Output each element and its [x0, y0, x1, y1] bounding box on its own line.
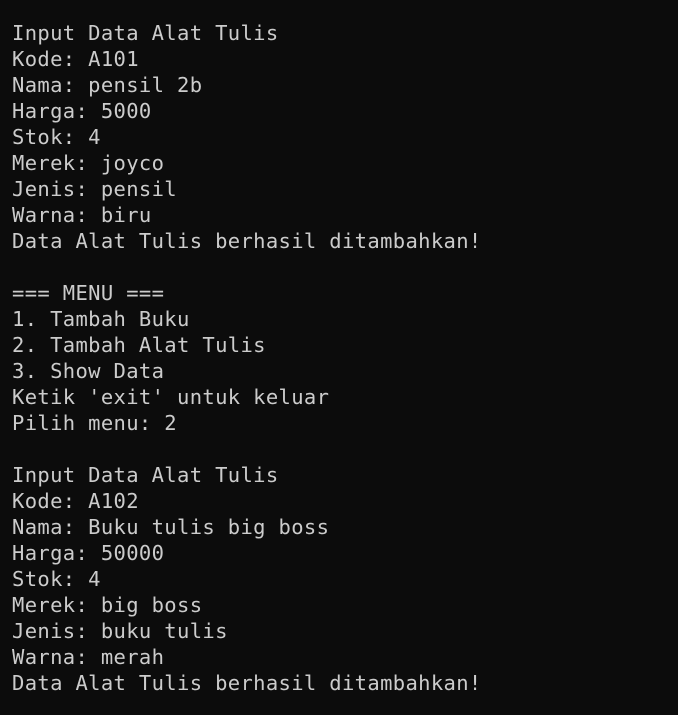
terminal-line: Stok: 4 [12, 567, 101, 591]
terminal-line: Kode: A101 [12, 47, 139, 71]
terminal-line: Nama: Buku tulis big boss [12, 515, 330, 539]
terminal-line: Data Alat Tulis berhasil ditambahkan! [12, 229, 482, 253]
terminal-line: Nama: pensil 2b [12, 73, 203, 97]
terminal-line: Jenis: pensil [12, 177, 177, 201]
terminal-line: Stok: 4 [12, 125, 101, 149]
terminal-output[interactable]: Input Data Alat Tulis Kode: A101 Nama: p… [0, 0, 678, 715]
terminal-line: Harga: 5000 [12, 99, 152, 123]
terminal-line: Harga: 50000 [12, 541, 165, 565]
terminal-line: Merek: big boss [12, 593, 203, 617]
terminal-line: Kode: A102 [12, 489, 139, 513]
terminal-line: Warna: merah [12, 645, 165, 669]
terminal-line: Input Data Alat Tulis [12, 463, 279, 487]
terminal-line: 1. Tambah Buku [12, 307, 190, 331]
terminal-line: Ketik 'exit' untuk keluar [12, 385, 330, 409]
terminal-line: Warna: biru [12, 203, 152, 227]
terminal-line: 3. Show Data [12, 359, 165, 383]
terminal-line: Input Data Alat Tulis [12, 21, 279, 45]
terminal-line: Merek: joyco [12, 151, 165, 175]
terminal-line: Data Alat Tulis berhasil ditambahkan! [12, 671, 482, 695]
terminal-line: === MENU === [12, 281, 165, 305]
terminal-line: 2. Tambah Alat Tulis [12, 333, 266, 357]
terminal-line: Pilih menu: 2 [12, 411, 177, 435]
terminal-line: Jenis: buku tulis [12, 619, 228, 643]
